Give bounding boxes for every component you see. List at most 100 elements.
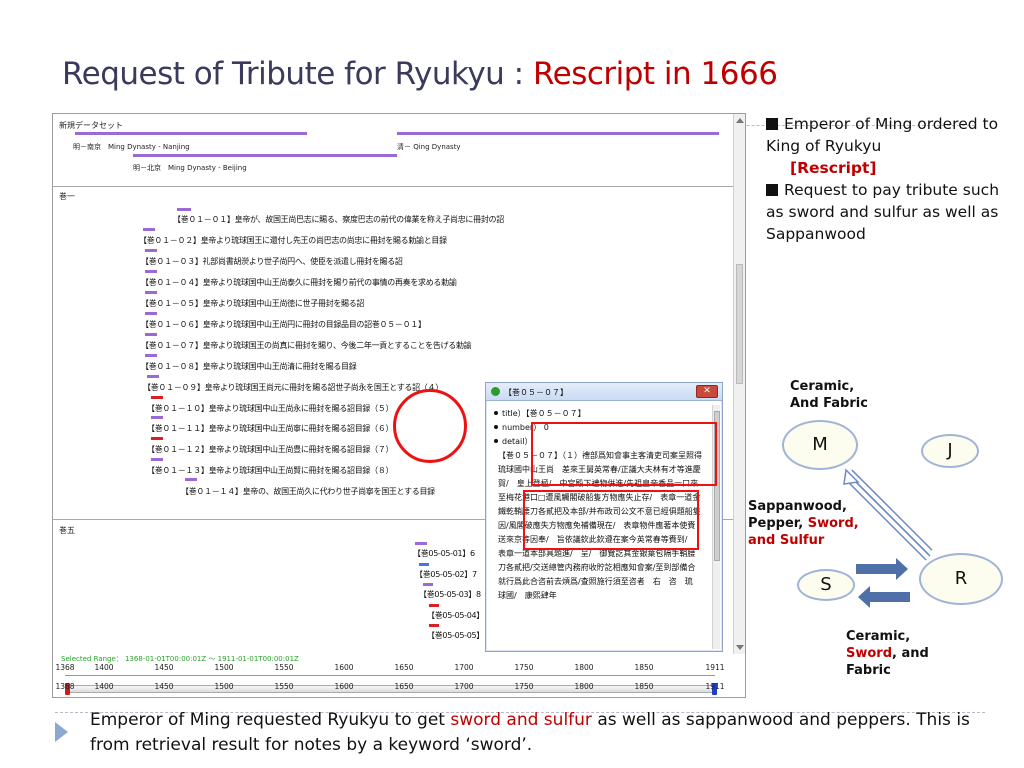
axis-tick: 1450 bbox=[154, 663, 174, 672]
dynasty-bar-ming-nanjing[interactable] bbox=[75, 132, 307, 135]
entry-marker bbox=[419, 563, 429, 566]
entry-label[interactable]: 【巻０１－０７】皇帝より琉球国王の尚真に冊封を賜り、今後二年一貢とすることを告げ… bbox=[141, 340, 472, 351]
entry-marker bbox=[147, 375, 159, 378]
axis-tick: 1850 bbox=[634, 663, 654, 672]
rescript-label: [Rescript] bbox=[790, 159, 877, 177]
entry-label[interactable]: 【巻05-05-03】8 bbox=[419, 589, 481, 600]
label-line: Fabric bbox=[846, 663, 891, 678]
axis-line bbox=[65, 675, 715, 676]
entry-label[interactable]: 【巻05-05-02】7 bbox=[415, 569, 477, 580]
axis-tick: 1650 bbox=[394, 663, 414, 672]
axis-tick: 1750 bbox=[514, 682, 534, 691]
close-button[interactable]: ✕ bbox=[696, 385, 718, 398]
field-key: title） bbox=[502, 409, 526, 418]
entry-label[interactable]: 【巻０１－０８】皇帝より琉球国中山王尚清に冊封を賜る目録 bbox=[141, 361, 357, 372]
timeline-app-window: 新規データセット 明－南京 Ming Dynasty - Nanjing 清－ … bbox=[52, 113, 746, 698]
bullet-icon bbox=[494, 439, 498, 443]
volume-label-5: 巻五 bbox=[59, 526, 75, 535]
entry-marker bbox=[145, 249, 157, 252]
label-text: , and bbox=[892, 646, 929, 661]
entry-marker-match bbox=[151, 437, 163, 440]
axis-tick: 1800 bbox=[574, 682, 594, 691]
entry-label[interactable]: 【巻０１－０９】皇帝より琉球国王尚元に冊封を賜る詔世子尚永を国王とする詔（４） bbox=[143, 382, 443, 393]
highlight-box bbox=[523, 490, 699, 550]
axis-tick: 1500 bbox=[214, 682, 234, 691]
axis-tick: 1911 bbox=[705, 682, 725, 691]
arrow-ryukyu-to-ming bbox=[843, 468, 931, 561]
entry-label[interactable]: 【巻０１－１１】皇帝より琉球国中山王尚寧に冊封を賜る詔目録（６） bbox=[147, 423, 394, 434]
axis-tick: 1850 bbox=[634, 682, 654, 691]
axis-tick: 1600 bbox=[334, 663, 354, 672]
axis-tick: 1700 bbox=[454, 682, 474, 691]
axis-tick: 1368 bbox=[55, 663, 75, 672]
label-line: Ceramic, bbox=[790, 379, 855, 394]
slide-title: Request of Tribute for Ryukyu : Rescript… bbox=[62, 56, 778, 92]
volume-label-1: 巻一 bbox=[59, 192, 75, 201]
entry-label[interactable]: 【巻０１－０４】皇帝より琉球国中山王尚泰久に冊封を賜り前代の事情の再奏を求める勅… bbox=[141, 277, 457, 288]
slide-title-accent: Rescript in 1666 bbox=[532, 56, 778, 92]
main-scrollbar[interactable] bbox=[733, 114, 745, 654]
axis-tick: 1500 bbox=[214, 663, 234, 672]
entry-marker-match bbox=[151, 396, 163, 399]
entry-label[interactable]: 【巻05-05-05】 bbox=[427, 630, 484, 641]
footer-caption: Emperor of Ming requested Ryukyu to get … bbox=[90, 708, 1010, 758]
axis-tick: 1400 bbox=[94, 663, 114, 672]
label-line: And Fabric bbox=[790, 396, 868, 411]
entry-marker bbox=[177, 208, 191, 211]
axis-tick: 1700 bbox=[454, 663, 474, 672]
axis-tick: 1650 bbox=[394, 682, 414, 691]
entry-label[interactable]: 【巻05-05-01】6 bbox=[413, 548, 475, 559]
entry-marker bbox=[145, 354, 157, 357]
entry-marker bbox=[185, 478, 197, 481]
bullet-item-1: Emperor of Ming ordered to King of Ryuky… bbox=[766, 113, 1021, 179]
entry-marker bbox=[151, 458, 163, 461]
app-icon bbox=[491, 387, 500, 396]
dynasty-bar-qing[interactable] bbox=[397, 132, 719, 135]
entry-marker bbox=[145, 270, 157, 273]
label-line: Sword, and bbox=[846, 645, 929, 662]
entry-marker-match bbox=[429, 604, 439, 607]
entry-label[interactable]: 【巻０１－１３】皇帝より琉球国中山王尚賢に冊封を賜る詔目録（８） bbox=[147, 465, 394, 476]
axis-tick: 1550 bbox=[274, 682, 294, 691]
highlight-circle bbox=[393, 389, 467, 463]
entry-label[interactable]: 【巻０１－０６】皇帝より琉球国中山王尚円に冊封の目録品目の詔巻０５－０１】 bbox=[141, 319, 426, 330]
axis-tick: 1600 bbox=[334, 682, 354, 691]
arrow-ming-to-ryukyu bbox=[847, 469, 933, 555]
popup-titlebar[interactable]: 【巻０５－０７】 ✕ bbox=[486, 383, 722, 401]
entry-marker bbox=[151, 416, 163, 419]
bullet-text: Request to pay tribute such as sword and… bbox=[766, 181, 1000, 243]
entry-marker bbox=[143, 228, 155, 231]
field-title: title）【巻０５－０７】 bbox=[492, 407, 702, 421]
entry-label[interactable]: 【巻０１－０５】皇帝より琉球国中山王尚徳に世子冊封を賜る詔 bbox=[141, 298, 364, 309]
axis-tick: 1550 bbox=[274, 663, 294, 672]
node-southeast-asia: S bbox=[797, 569, 855, 601]
axis-tick: 1400 bbox=[94, 682, 114, 691]
slide-title-main: Request of Tribute for Ryukyu : bbox=[62, 56, 533, 92]
timeline-canvas: 新規データセット 明－南京 Ming Dynasty - Nanjing 清－ … bbox=[53, 114, 733, 654]
caption-highlight: sword and sulfur bbox=[450, 710, 592, 730]
dataset-title: 新規データセット bbox=[59, 121, 123, 130]
bullet-icon bbox=[494, 425, 498, 429]
dynasty-bar-ming-beijing[interactable] bbox=[133, 154, 397, 157]
scroll-down-icon[interactable] bbox=[736, 645, 744, 650]
entry-label[interactable]: 【巻０１－０３】礼部尚書胡濙より世子尚円へ、使臣を派遣し冊封を賜る詔 bbox=[141, 256, 403, 267]
entry-marker bbox=[145, 333, 157, 336]
entry-label[interactable]: 【巻０１－１０】皇帝より琉球国中山王尚永に冊封を賜る詔目録（５） bbox=[147, 403, 394, 414]
square-bullet-icon bbox=[766, 118, 778, 130]
entry-label[interactable]: 【巻０１－０１】皇帝が、故国王尚巴志に賜る、察度巴志の前代の偉業を称え子尚忠に冊… bbox=[173, 214, 504, 225]
entry-label[interactable]: 【巻０１－０２】皇帝より琉球国王に還付し先王の尚巴志の尚忠に冊封を賜る勅諭と目録 bbox=[139, 235, 447, 246]
axis-tick: 1911 bbox=[705, 663, 725, 672]
square-bullet-icon bbox=[766, 184, 778, 196]
scroll-up-icon[interactable] bbox=[736, 118, 744, 123]
bullet-list: Emperor of Ming ordered to King of Ryuky… bbox=[766, 113, 1021, 245]
arrow-r-to-s bbox=[858, 586, 910, 608]
entry-label[interactable]: 【巻05-05-04】 bbox=[427, 610, 484, 621]
label-text-highlight: Sword bbox=[846, 646, 893, 661]
label-ceramic-fabric-top: Ceramic, And Fabric bbox=[790, 378, 868, 412]
entry-label[interactable]: 【巻０１－１２】皇帝より琉球国中山王尚豊に冊封を賜る詔目録（７） bbox=[147, 444, 394, 455]
entry-label[interactable]: 【巻０１－１４】皇帝の、故国王尚久に代わり世子尚寧を国王とする目録 bbox=[181, 486, 435, 497]
entry-marker bbox=[423, 583, 433, 586]
axis-tick: 1368 bbox=[55, 682, 75, 691]
field-value: 【巻０５－０７】 bbox=[525, 409, 586, 418]
scrollbar-thumb[interactable] bbox=[736, 264, 743, 384]
